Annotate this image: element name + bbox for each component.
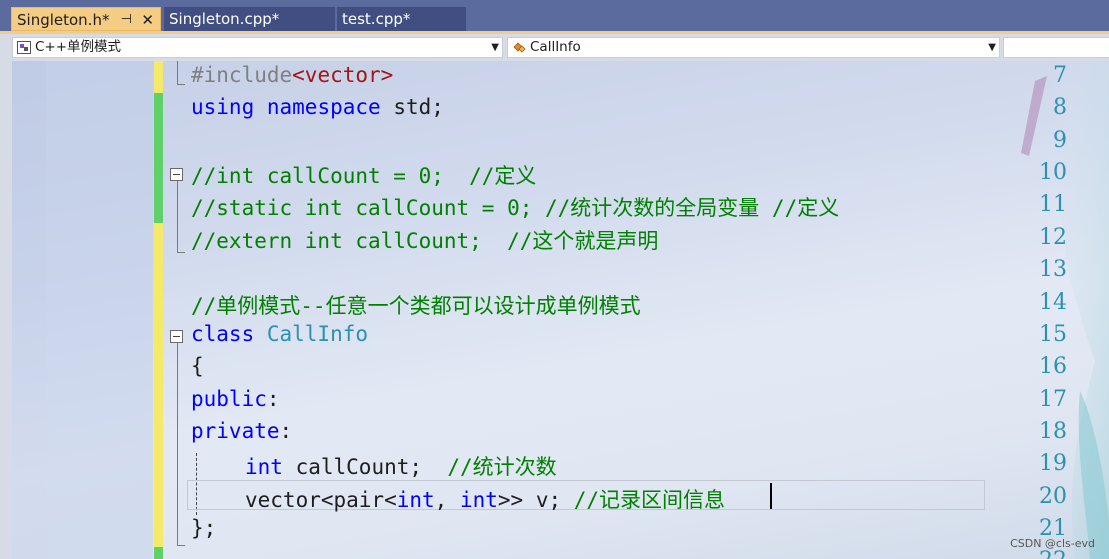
keyword: private xyxy=(191,419,280,443)
member-combo[interactable] xyxy=(1003,37,1109,58)
scope-combo[interactable]: CallInfo ▼ xyxy=(507,37,1000,58)
line-number: 11 xyxy=(1039,192,1067,217)
code-line-8: using namespace std; xyxy=(191,95,444,119)
fold-guide xyxy=(177,61,178,85)
chevron-down-icon[interactable]: ▼ xyxy=(491,38,499,57)
pin-icon[interactable]: ⊣ xyxy=(121,8,132,32)
line-number: 18 xyxy=(1039,419,1067,444)
fold-guide-end xyxy=(177,84,185,85)
tab-label: Singleton.cpp* xyxy=(169,10,280,28)
line-number: 14 xyxy=(1039,290,1067,315)
close-icon[interactable]: ✕ xyxy=(141,8,154,32)
fold-guide xyxy=(177,343,178,546)
code-editor[interactable]: 7 8 9 10 11 12 13 14 15 16 17 18 19 20 2… xyxy=(0,61,1109,559)
code-line-15: class CallInfo xyxy=(191,322,368,346)
line-number: 15 xyxy=(1039,322,1067,347)
tab-label: Singleton.h* xyxy=(17,11,110,29)
fold-toggle[interactable] xyxy=(170,168,183,181)
fold-guide-end xyxy=(177,545,185,546)
code-text: >> v; xyxy=(497,488,574,512)
code-line-19: int callCount; //统计次数 xyxy=(245,451,557,481)
code-line-11: //static int callCount = 0; //统计次数的全局变量 … xyxy=(191,196,840,220)
include-directive: #include xyxy=(191,63,293,87)
code-line-16: { xyxy=(191,354,204,378)
keyword: using xyxy=(191,95,255,119)
line-number: 7 xyxy=(1053,63,1067,88)
keyword: int xyxy=(245,455,283,479)
line-number: 8 xyxy=(1053,95,1067,120)
project-combo-value: C++单例模式 xyxy=(35,39,122,55)
change-marker xyxy=(154,547,163,559)
code-line-20: vector<pair<int, int>> v; //记录区间信息 xyxy=(245,484,725,514)
keyword: public xyxy=(191,387,267,411)
comment: //统计次数 xyxy=(447,455,557,479)
fold-toggle[interactable] xyxy=(170,330,183,343)
code-line-7: #include<vector> xyxy=(191,63,393,87)
line-number: 10 xyxy=(1039,160,1067,185)
code-text: , xyxy=(434,488,460,512)
code-text: : xyxy=(279,419,293,443)
code-line-18: private: xyxy=(191,419,292,443)
chevron-down-icon[interactable]: ▼ xyxy=(988,38,996,57)
code-line-17: public: xyxy=(191,387,280,411)
code-text: : xyxy=(266,387,280,411)
line-number: 20 xyxy=(1039,484,1067,509)
line-number: 12 xyxy=(1039,225,1067,250)
class-name: CallInfo xyxy=(254,322,369,346)
glyph-margin[interactable] xyxy=(12,61,46,559)
code-line-14: //单例模式--任意一个类都可以设计成单例模式 xyxy=(191,294,641,318)
navigation-bar: C++单例模式 ▼ CallInfo ▼ xyxy=(0,34,1109,61)
code-text: callCount; xyxy=(282,455,448,479)
scope-combo-value: CallInfo xyxy=(530,39,581,55)
change-marker xyxy=(154,61,163,93)
include-header: <vector> xyxy=(292,63,394,87)
tab-test-cpp[interactable]: test.cpp* xyxy=(337,7,466,31)
keyword: class xyxy=(191,322,255,346)
keyword: int xyxy=(396,488,435,512)
change-marker xyxy=(154,223,163,547)
change-marker xyxy=(154,93,163,223)
line-number: 17 xyxy=(1039,387,1067,412)
line-number: 9 xyxy=(1053,128,1067,153)
fold-guide-end xyxy=(177,252,185,253)
editor-left-strip xyxy=(0,61,12,559)
tab-singleton-cpp[interactable]: Singleton.cpp* xyxy=(164,7,335,31)
line-number-gutter xyxy=(46,61,153,559)
fold-guide xyxy=(177,181,178,253)
keyword: namespace xyxy=(266,95,381,119)
code-line-12: //extern int callCount; //这个就是声明 xyxy=(191,229,659,253)
comment: //记录区间信息 xyxy=(573,488,726,512)
watermark: CSDN @cls-evd xyxy=(1010,537,1095,550)
tab-label: test.cpp* xyxy=(342,10,411,28)
tab-singleton-h[interactable]: Singleton.h* ⊣ ✕ xyxy=(11,7,161,31)
line-number: 13 xyxy=(1039,257,1067,282)
project-combo[interactable]: C++单例模式 ▼ xyxy=(12,37,503,58)
text-cursor xyxy=(770,483,772,509)
line-number: 16 xyxy=(1039,354,1067,379)
code-line-21: }; xyxy=(191,516,217,540)
project-icon xyxy=(17,41,31,54)
line-number: 19 xyxy=(1039,451,1067,476)
keyword: int xyxy=(459,488,498,512)
class-icon xyxy=(513,42,526,53)
document-tab-bar: Singleton.h* ⊣ ✕ Singleton.cpp* test.cpp… xyxy=(0,0,1109,33)
code-text: vector<pair< xyxy=(245,488,397,512)
code-line-10: //int callCount = 0; //定义 xyxy=(191,164,537,188)
code-text: std; xyxy=(380,95,444,119)
